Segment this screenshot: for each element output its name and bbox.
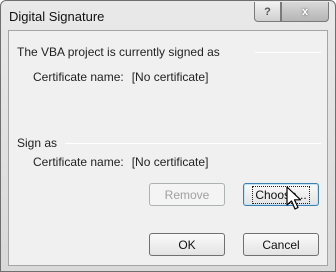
group-divider	[65, 143, 321, 144]
group-divider	[255, 52, 321, 53]
title-bar[interactable]: Digital Signature ? x	[1, 1, 335, 31]
remove-button-label: Remove	[164, 187, 210, 202]
sign-as-certificate-row: Certificate name: [No certificate]	[33, 155, 208, 169]
choose-button[interactable]: Choose...	[243, 183, 319, 206]
cancel-button-label: Cancel	[262, 237, 300, 252]
digital-signature-dialog: Digital Signature ? x The VBA project is…	[0, 0, 336, 272]
help-icon: ?	[264, 5, 271, 18]
sign-as-certificate-value: [No certificate]	[131, 155, 209, 169]
ok-button[interactable]: OK	[149, 233, 225, 256]
dialog-title: Digital Signature	[9, 9, 105, 24]
close-button[interactable]: x	[281, 2, 329, 22]
sign-as-certificate-label: Certificate name:	[33, 155, 124, 169]
ok-button-label: OK	[178, 237, 196, 252]
help-button[interactable]: ?	[254, 2, 281, 22]
sign-as-heading: Sign as	[17, 136, 58, 150]
remove-button[interactable]: Remove	[149, 183, 225, 206]
close-icon: x	[301, 5, 309, 18]
current-signature-heading: The VBA project is currently signed as	[17, 45, 220, 59]
mouse-pointer-icon	[286, 186, 302, 210]
current-certificate-value: [No certificate]	[131, 70, 209, 84]
current-certificate-row: Certificate name: [No certificate]	[33, 70, 208, 84]
cancel-button[interactable]: Cancel	[243, 233, 319, 256]
current-certificate-label: Certificate name:	[33, 70, 124, 84]
dialog-body: The VBA project is currently signed as C…	[8, 30, 328, 266]
